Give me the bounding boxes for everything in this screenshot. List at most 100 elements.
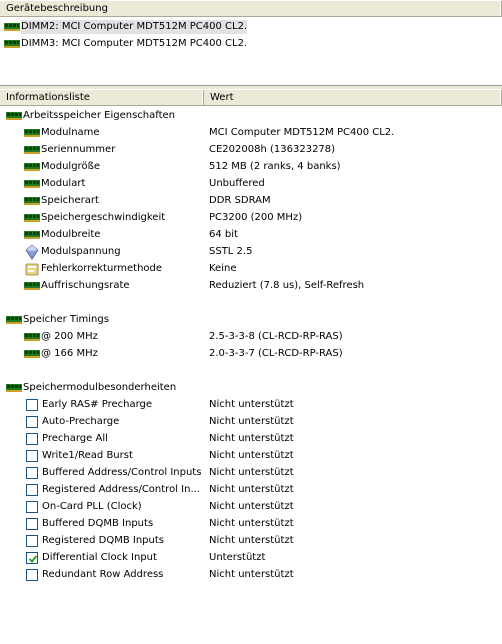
list-item[interactable]: Modulbreite 64 bit bbox=[0, 226, 502, 243]
item-name: Modulart bbox=[41, 177, 86, 189]
item-value: Nicht unterstützt bbox=[209, 518, 294, 529]
section-header[interactable]: Speicher Timings bbox=[0, 311, 502, 328]
item-name: @ 166 MHz bbox=[41, 347, 98, 359]
memory-module-icon bbox=[6, 111, 22, 120]
checkbox[interactable] bbox=[26, 500, 38, 513]
checked-checkbox[interactable] bbox=[26, 551, 38, 564]
memory-module-icon bbox=[24, 349, 40, 358]
item-value: Nicht unterstützt bbox=[209, 535, 294, 546]
error-correction-icon bbox=[24, 261, 40, 277]
checkbox[interactable] bbox=[26, 534, 38, 547]
item-value: 2.5-3-3-8 (CL-RCD-RP-RAS) bbox=[209, 331, 343, 342]
checkbox[interactable] bbox=[26, 432, 38, 445]
feature-row[interactable]: Precharge All Nicht unterstützt bbox=[0, 430, 502, 447]
memory-module-icon bbox=[24, 332, 40, 341]
item-name: @ 200 MHz bbox=[41, 330, 98, 342]
feature-row[interactable]: On-Card PLL (Clock) Nicht unterstützt bbox=[0, 498, 502, 515]
item-name: Seriennummer bbox=[41, 143, 116, 155]
feature-row[interactable]: Buffered DQMB Inputs Nicht unterstützt bbox=[0, 515, 502, 532]
feature-row[interactable]: Registered DQMB Inputs Nicht unterstützt bbox=[0, 532, 502, 549]
column-informationsliste[interactable]: Informationsliste bbox=[0, 90, 204, 105]
item-value: 512 MB (2 ranks, 4 banks) bbox=[209, 161, 341, 172]
item-name: Modulname bbox=[41, 126, 100, 138]
memory-module-icon bbox=[24, 196, 40, 205]
list-item[interactable]: @ 200 MHz 2.5-3-3-8 (CL-RCD-RP-RAS) bbox=[0, 328, 502, 345]
item-name: Auffrischungsrate bbox=[41, 279, 130, 291]
section-title: Arbeitsspeicher Eigenschaften bbox=[23, 109, 175, 121]
checkbox[interactable] bbox=[26, 568, 38, 581]
feature-row[interactable]: Registered Address/Control In... Nicht un… bbox=[0, 481, 502, 498]
list-item[interactable]: @ 166 MHz 2.0-3-3-7 (CL-RCD-RP-RAS) bbox=[0, 345, 502, 362]
list-item[interactable]: Fehlerkorrekturmethode Keine bbox=[0, 260, 502, 277]
memory-module-icon bbox=[24, 179, 40, 188]
item-value: MCI Computer MDT512M PC400 CL2. bbox=[209, 127, 395, 138]
item-value: Nicht unterstützt bbox=[209, 399, 294, 410]
feature-row[interactable]: Write1/Read Burst Nicht unterstützt bbox=[0, 447, 502, 464]
device-item-dimm2[interactable]: DIMM2: MCI Computer MDT512M PC400 CL2. bbox=[4, 19, 248, 35]
column-wert[interactable]: Wert bbox=[204, 90, 502, 105]
checkbox[interactable] bbox=[26, 415, 38, 428]
checkbox[interactable] bbox=[26, 466, 38, 479]
list-item[interactable]: Speicherart DDR SDRAM bbox=[0, 192, 502, 209]
memory-module-icon bbox=[24, 162, 40, 171]
memory-module-icon bbox=[24, 281, 40, 290]
checkbox[interactable] bbox=[26, 398, 38, 411]
device-pane: Gerätebeschreibung DIMM2: MCI Computer M… bbox=[0, 0, 502, 86]
list-item[interactable]: Seriennummer CE202008h (136323278) bbox=[0, 141, 502, 158]
memory-module-icon bbox=[24, 145, 40, 154]
item-value: Nicht unterstützt bbox=[209, 433, 294, 444]
device-header-label[interactable]: Gerätebeschreibung bbox=[0, 1, 502, 16]
list-item[interactable]: Modulgröße 512 MB (2 ranks, 4 banks) bbox=[0, 158, 502, 175]
section-header[interactable]: Arbeitsspeicher Eigenschaften bbox=[0, 107, 502, 124]
checkbox[interactable] bbox=[26, 483, 38, 496]
item-value: Unbuffered bbox=[209, 178, 265, 189]
item-name: Registered DQMB Inputs bbox=[42, 534, 164, 546]
memory-module-icon bbox=[4, 40, 20, 48]
item-name: Write1/Read Burst bbox=[42, 449, 133, 461]
item-name: Modulbreite bbox=[41, 228, 101, 240]
item-name: Speichergeschwindigkeit bbox=[41, 211, 166, 223]
memory-module-icon bbox=[4, 23, 20, 31]
feature-row[interactable]: Auto-Precharge Nicht unterstützt bbox=[0, 413, 502, 430]
item-value: 2.0-3-3-7 (CL-RCD-RP-RAS) bbox=[209, 348, 343, 359]
item-name: On-Card PLL (Clock) bbox=[42, 500, 142, 512]
info-header: Informationsliste Wert bbox=[0, 89, 502, 106]
item-name: Differential Clock Input bbox=[42, 551, 157, 563]
section-header[interactable]: Speichermodulbesonderheiten bbox=[0, 379, 502, 396]
item-name: Modulgröße bbox=[41, 160, 101, 172]
device-label: DIMM2: MCI Computer MDT512M PC400 CL2. bbox=[21, 20, 248, 34]
list-item[interactable]: Speichergeschwindigkeit PC3200 (200 MHz) bbox=[0, 209, 502, 226]
item-value: SSTL 2.5 bbox=[209, 246, 253, 257]
list-item[interactable]: Modulspannung SSTL 2.5 bbox=[0, 243, 502, 260]
list-item[interactable]: Modulart Unbuffered bbox=[0, 175, 502, 192]
checkbox[interactable] bbox=[26, 449, 38, 462]
device-item-dimm3[interactable]: DIMM3: MCI Computer MDT512M PC400 CL2. bbox=[4, 36, 247, 52]
item-value: Nicht unterstützt bbox=[209, 501, 294, 512]
item-value: CE202008h (136323278) bbox=[209, 144, 336, 155]
item-value: PC3200 (200 MHz) bbox=[209, 212, 303, 223]
memory-module-icon bbox=[24, 213, 40, 222]
item-value: 64 bit bbox=[209, 229, 238, 240]
item-name: Speicherart bbox=[41, 194, 99, 206]
item-name: Fehlerkorrekturmethode bbox=[41, 262, 163, 274]
item-name: Auto-Precharge bbox=[42, 415, 120, 427]
memory-module-icon bbox=[24, 230, 40, 239]
item-name: Buffered DQMB Inputs bbox=[42, 517, 154, 529]
checkbox[interactable] bbox=[26, 517, 38, 530]
list-item[interactable]: Modulname MCI Computer MDT512M PC400 CL2… bbox=[0, 124, 502, 141]
item-value: Nicht unterstützt bbox=[209, 569, 294, 580]
info-pane: Informationsliste Wert Arbeitsspeicher E… bbox=[0, 89, 502, 644]
item-name: Buffered Address/Control Inputs bbox=[42, 466, 202, 478]
memory-module-icon bbox=[24, 128, 40, 137]
feature-row[interactable]: Buffered Address/Control Inputs Nicht unt… bbox=[0, 464, 502, 481]
list-item[interactable]: Auffrischungsrate Reduziert (7.8 us), Se… bbox=[0, 277, 502, 294]
item-value: Nicht unterstützt bbox=[209, 450, 294, 461]
item-value: Nicht unterstützt bbox=[209, 467, 294, 478]
item-value: Unterstützt bbox=[209, 552, 266, 563]
voltage-icon bbox=[24, 243, 40, 260]
feature-row[interactable]: Early RAS# Precharge Nicht unterstützt bbox=[0, 396, 502, 413]
section-title: Speichermodulbesonderheiten bbox=[23, 381, 177, 393]
feature-row[interactable]: Differential Clock Input Unterstützt bbox=[0, 549, 502, 566]
item-value: Keine bbox=[209, 263, 237, 274]
feature-row[interactable]: Redundant Row Address Nicht unterstützt bbox=[0, 566, 502, 583]
